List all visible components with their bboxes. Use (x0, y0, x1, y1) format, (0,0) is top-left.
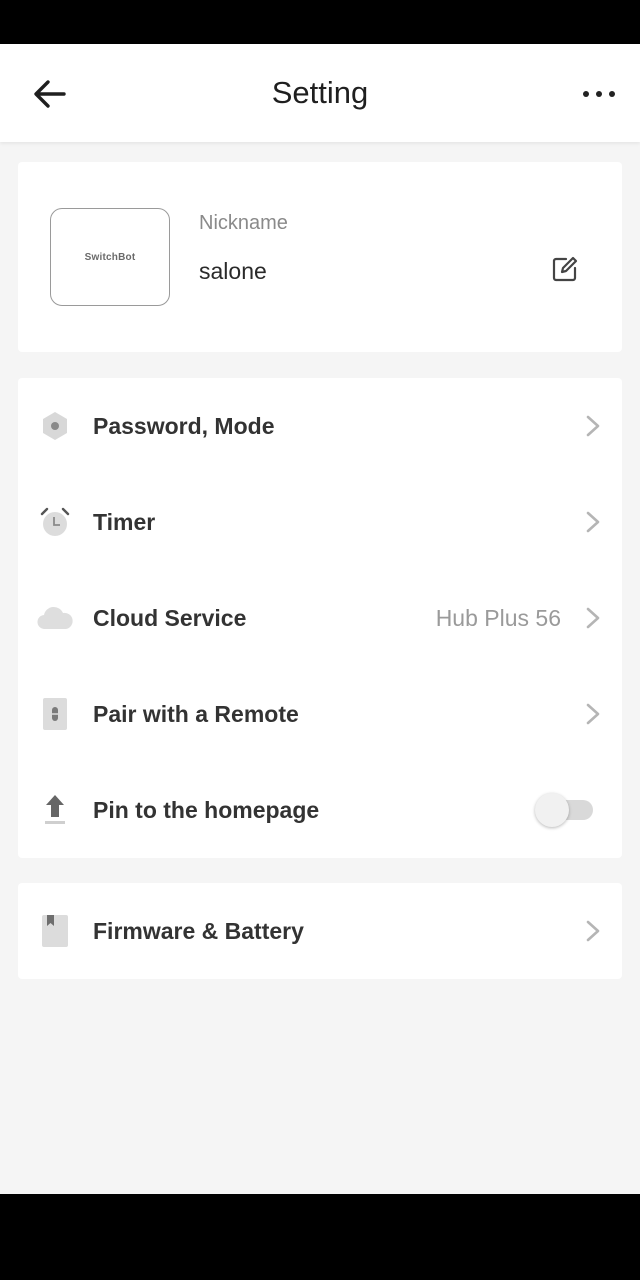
status-bar (0, 0, 640, 44)
menu-item-timer[interactable]: Timer (18, 474, 622, 570)
more-options-button[interactable] (576, 74, 622, 114)
menu-item-cloud-service[interactable]: Cloud Service Hub Plus 56 (18, 570, 622, 666)
menu-item-label: Cloud Service (93, 605, 247, 631)
chevron-right-icon (581, 604, 605, 632)
nickname-value: salone (199, 258, 267, 284)
page-title: Setting (271, 75, 369, 110)
menu-item-label: Firmware & Battery (93, 918, 304, 944)
more-horizontal-icon (583, 91, 589, 97)
menu-item-label: Pin to the homepage (93, 797, 320, 823)
menu-item-password-mode[interactable]: Password, Mode (18, 378, 622, 474)
chevron-right-icon (581, 700, 605, 728)
back-button[interactable] (28, 72, 72, 116)
bookmark-document-icon (36, 914, 74, 948)
device-thumbnail: SwitchBot (50, 208, 170, 306)
header-bar: Setting (0, 44, 640, 142)
pin-homepage-toggle[interactable] (535, 793, 595, 827)
cloud-service-hub-value: Hub Plus 56 (435, 605, 561, 631)
chevron-right-icon (581, 508, 605, 536)
toggle-knob (535, 793, 569, 827)
menu-item-label: Pair with a Remote (93, 701, 299, 727)
cloud-icon (36, 601, 74, 635)
chevron-right-icon (581, 917, 605, 945)
remote-icon (36, 697, 74, 731)
pin-upload-icon (36, 793, 74, 827)
menu-item-label: Password, Mode (93, 413, 275, 439)
menu-item-pin-homepage: Pin to the homepage (18, 762, 622, 858)
settings-screen: Setting SwitchBot Nickname salone Passwo… (0, 44, 640, 1194)
menu-item-label: Timer (93, 509, 156, 535)
device-brand-logo: SwitchBot (84, 251, 136, 263)
hexagon-lock-icon (36, 409, 74, 443)
alarm-clock-icon (36, 505, 74, 539)
edit-icon (552, 256, 578, 282)
device-info-card: SwitchBot Nickname salone (18, 162, 622, 352)
navigation-bar (0, 1194, 640, 1280)
arrow-left-icon (34, 80, 66, 108)
settings-menu-card: Password, Mode Timer Cloud Service Hub P… (18, 378, 622, 858)
nickname-label: Nickname (199, 212, 288, 234)
firmware-card: Firmware & Battery (18, 883, 622, 979)
edit-nickname-button[interactable] (548, 252, 582, 286)
menu-item-pair-remote[interactable]: Pair with a Remote (18, 666, 622, 762)
chevron-right-icon (581, 412, 605, 440)
menu-item-firmware-battery[interactable]: Firmware & Battery (18, 883, 622, 979)
